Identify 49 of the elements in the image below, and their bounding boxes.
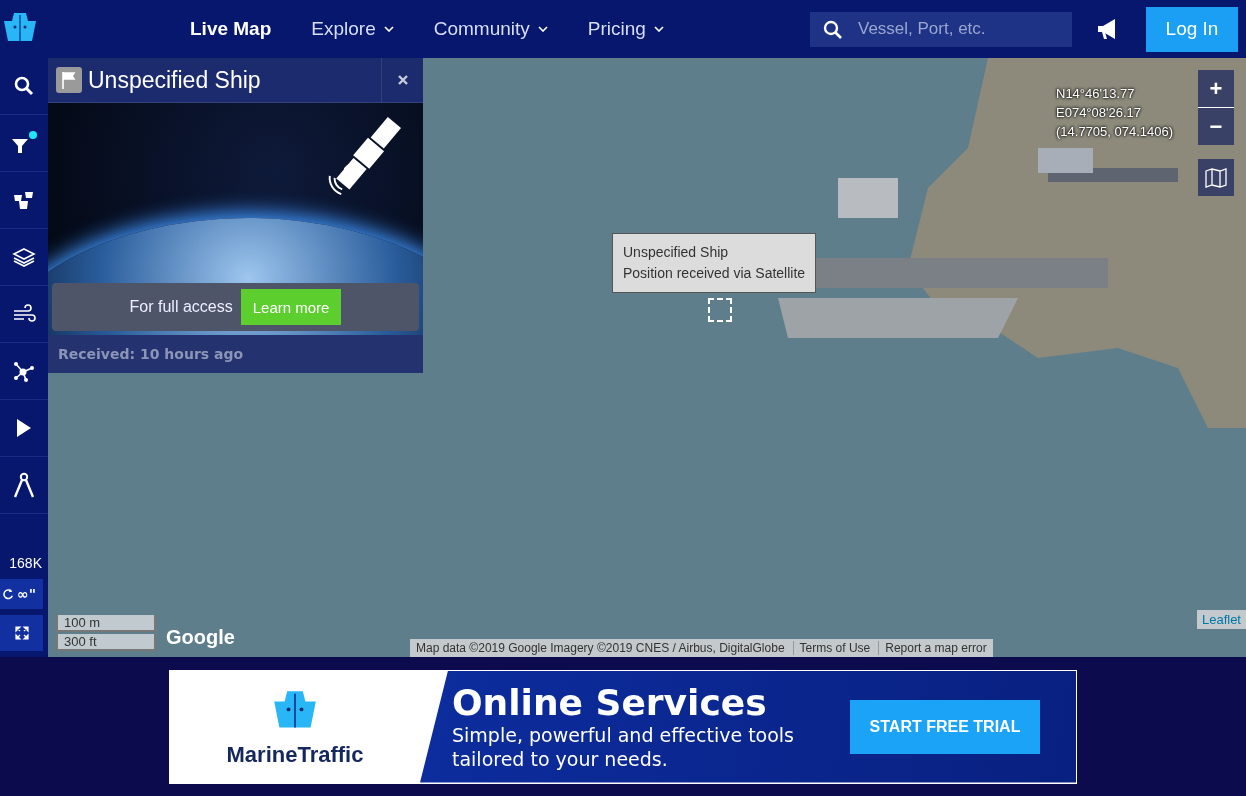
wind-icon[interactable] — [12, 303, 36, 325]
ad-banner[interactable]: MarineTraffic Online Services Simple, powerful and effective tools tailored to your needs. START FREE TRIAL — [169, 669, 1077, 784]
nav-link[interactable]: Pricing — [567, 18, 684, 40]
nav-link[interactable]: Community — [413, 18, 568, 40]
search-icon — [823, 19, 843, 40]
flag-icon — [56, 67, 82, 93]
zoom-in-button[interactable]: + — [1198, 70, 1234, 107]
compass-icon[interactable] — [13, 472, 35, 498]
search-field[interactable]: Vessel, Port, etc. — [810, 11, 1072, 47]
tooltip-text: Unspecified Ship — [623, 243, 730, 262]
network-icon[interactable] — [12, 359, 36, 383]
zoom-out-button[interactable]: − — [1198, 108, 1234, 145]
map-attribution: Map data ©2019 Google Imagery ©2019 CNES / Airbus, DigitalGlobe — [416, 641, 785, 655]
received-time: Received: 10 hours ago — [48, 335, 423, 373]
search-icon[interactable] — [14, 76, 34, 96]
ad-headline: Online Services — [452, 682, 768, 723]
expand-icon — [13, 625, 30, 641]
refresh-button[interactable]: ∞" — [0, 579, 43, 609]
vessel-name: Unspecified Ship — [88, 66, 262, 94]
close-icon — [396, 74, 409, 86]
coordinate-text: E074°08'26.17 — [1056, 104, 1143, 122]
coordinate-text: N14°46'13.77 — [1056, 85, 1136, 103]
map-icon — [1205, 167, 1227, 188]
tooltip-text: Position received via Satellite — [623, 264, 806, 283]
layers-icon[interactable] — [12, 247, 36, 267]
chevron-down-icon — [653, 26, 664, 32]
filter-icon[interactable] — [10, 131, 38, 155]
play-icon[interactable] — [16, 418, 32, 438]
terms-link[interactable]: Terms of Use — [792, 641, 871, 655]
ad-subline: Simple, powerful and effective tools tailored to your needs. — [452, 723, 795, 771]
ships-icon[interactable] — [13, 189, 35, 211]
coordinate-text: (14.7705, 074.1406) — [1056, 123, 1174, 141]
map-type-button[interactable] — [1198, 159, 1234, 196]
vessel-count: 168K — [8, 555, 43, 573]
fullscreen-button[interactable] — [0, 615, 43, 651]
refresh-interval: ∞" — [17, 586, 36, 602]
satellite-map[interactable] — [48, 58, 1246, 657]
nav-link[interactable]: Explore — [291, 18, 414, 40]
brand-name: MarineTraffic — [226, 741, 364, 768]
scale-bar: 100 m — [56, 615, 156, 632]
chevron-down-icon — [383, 26, 394, 32]
vessel-marker[interactable] — [708, 298, 732, 322]
nav-link[interactable]: Live Map — [170, 18, 292, 40]
refresh-icon — [2, 588, 14, 600]
chevron-down-icon — [537, 26, 548, 32]
access-text: For full access — [129, 298, 233, 316]
scale-bar: 300 ft — [56, 634, 156, 651]
google-logo: Google — [166, 626, 235, 649]
report-error-link[interactable]: Report a map error — [878, 641, 987, 655]
